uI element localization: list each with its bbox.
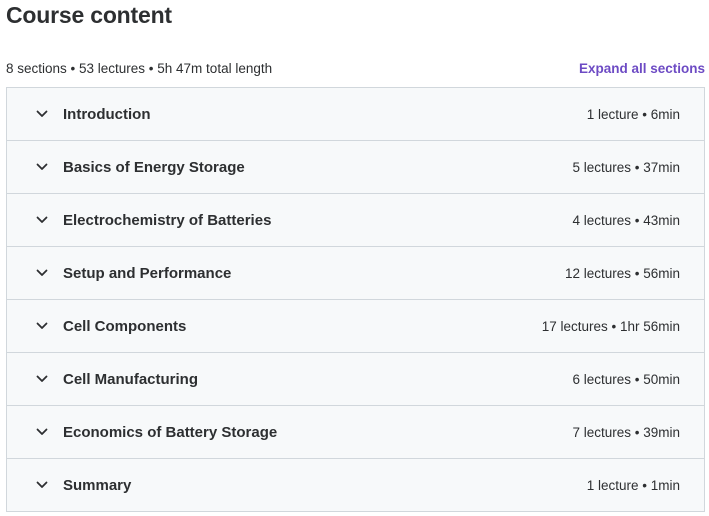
section-title: Basics of Energy Storage bbox=[63, 158, 245, 176]
section-item-summary[interactable]: Summary 1 lecture • 1min bbox=[7, 459, 704, 511]
section-meta: 4 lectures • 43min bbox=[572, 212, 680, 228]
chevron-down-icon bbox=[35, 266, 49, 280]
chevron-down-icon bbox=[35, 478, 49, 492]
section-meta: 7 lectures • 39min bbox=[572, 424, 680, 440]
section-title: Electrochemistry of Batteries bbox=[63, 211, 272, 229]
section-meta: 5 lectures • 37min bbox=[572, 159, 680, 175]
page-title: Course content bbox=[6, 2, 172, 28]
section-item-electrochemistry-of-batteries[interactable]: Electrochemistry of Batteries 4 lectures… bbox=[7, 194, 704, 247]
section-title: Setup and Performance bbox=[63, 264, 232, 282]
course-summary-row: 8 sections • 53 lectures • 5h 47m total … bbox=[6, 59, 705, 77]
section-title: Cell Manufacturing bbox=[63, 370, 199, 388]
section-item-cell-components[interactable]: Cell Components 17 lectures • 1hr 56min bbox=[7, 300, 704, 353]
section-meta: 12 lectures • 56min bbox=[564, 265, 680, 281]
chevron-down-icon bbox=[35, 372, 49, 386]
section-meta: 6 lectures • 50min bbox=[572, 371, 680, 387]
section-item-economics-of-battery-storage[interactable]: Economics of Battery Storage 7 lectures … bbox=[7, 406, 704, 459]
section-title: Introduction bbox=[63, 105, 151, 123]
section-item-cell-manufacturing[interactable]: Cell Manufacturing 6 lectures • 50min bbox=[7, 353, 704, 406]
section-title: Summary bbox=[63, 476, 132, 494]
section-title: Economics of Battery Storage bbox=[63, 423, 278, 441]
section-meta: 17 lectures • 1hr 56min bbox=[541, 318, 680, 334]
chevron-down-icon bbox=[35, 213, 49, 227]
section-meta: 1 lecture • 1min bbox=[586, 477, 680, 493]
section-meta: 1 lecture • 6min bbox=[586, 106, 680, 122]
section-item-introduction[interactable]: Introduction 1 lecture • 6min bbox=[7, 88, 704, 141]
chevron-down-icon bbox=[35, 107, 49, 121]
section-item-setup-and-performance[interactable]: Setup and Performance 12 lectures • 56mi… bbox=[7, 247, 704, 300]
chevron-down-icon bbox=[35, 160, 49, 174]
section-item-basics-of-energy-storage[interactable]: Basics of Energy Storage 5 lectures • 37… bbox=[7, 141, 704, 194]
sections-list: Introduction 1 lecture • 6min Basics of … bbox=[6, 87, 705, 512]
chevron-down-icon bbox=[35, 425, 49, 439]
expand-all-sections-button[interactable]: Expand all sections bbox=[579, 61, 705, 76]
section-title: Cell Components bbox=[63, 317, 187, 335]
chevron-down-icon bbox=[35, 319, 49, 333]
course-stats: 8 sections • 53 lectures • 5h 47m total … bbox=[6, 60, 273, 76]
